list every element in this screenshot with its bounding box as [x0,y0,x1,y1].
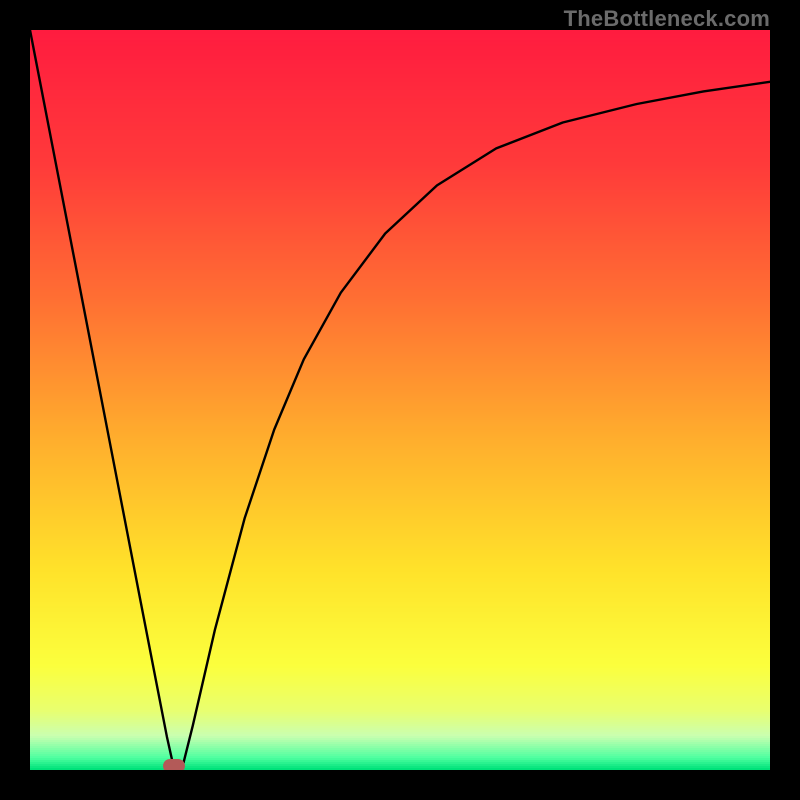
bottleneck-curve [30,30,770,770]
plot-area [30,30,770,770]
chart-frame: TheBottleneck.com [0,0,800,800]
watermark-text: TheBottleneck.com [564,6,770,32]
bottleneck-marker [163,759,185,770]
curve-layer [30,30,770,770]
